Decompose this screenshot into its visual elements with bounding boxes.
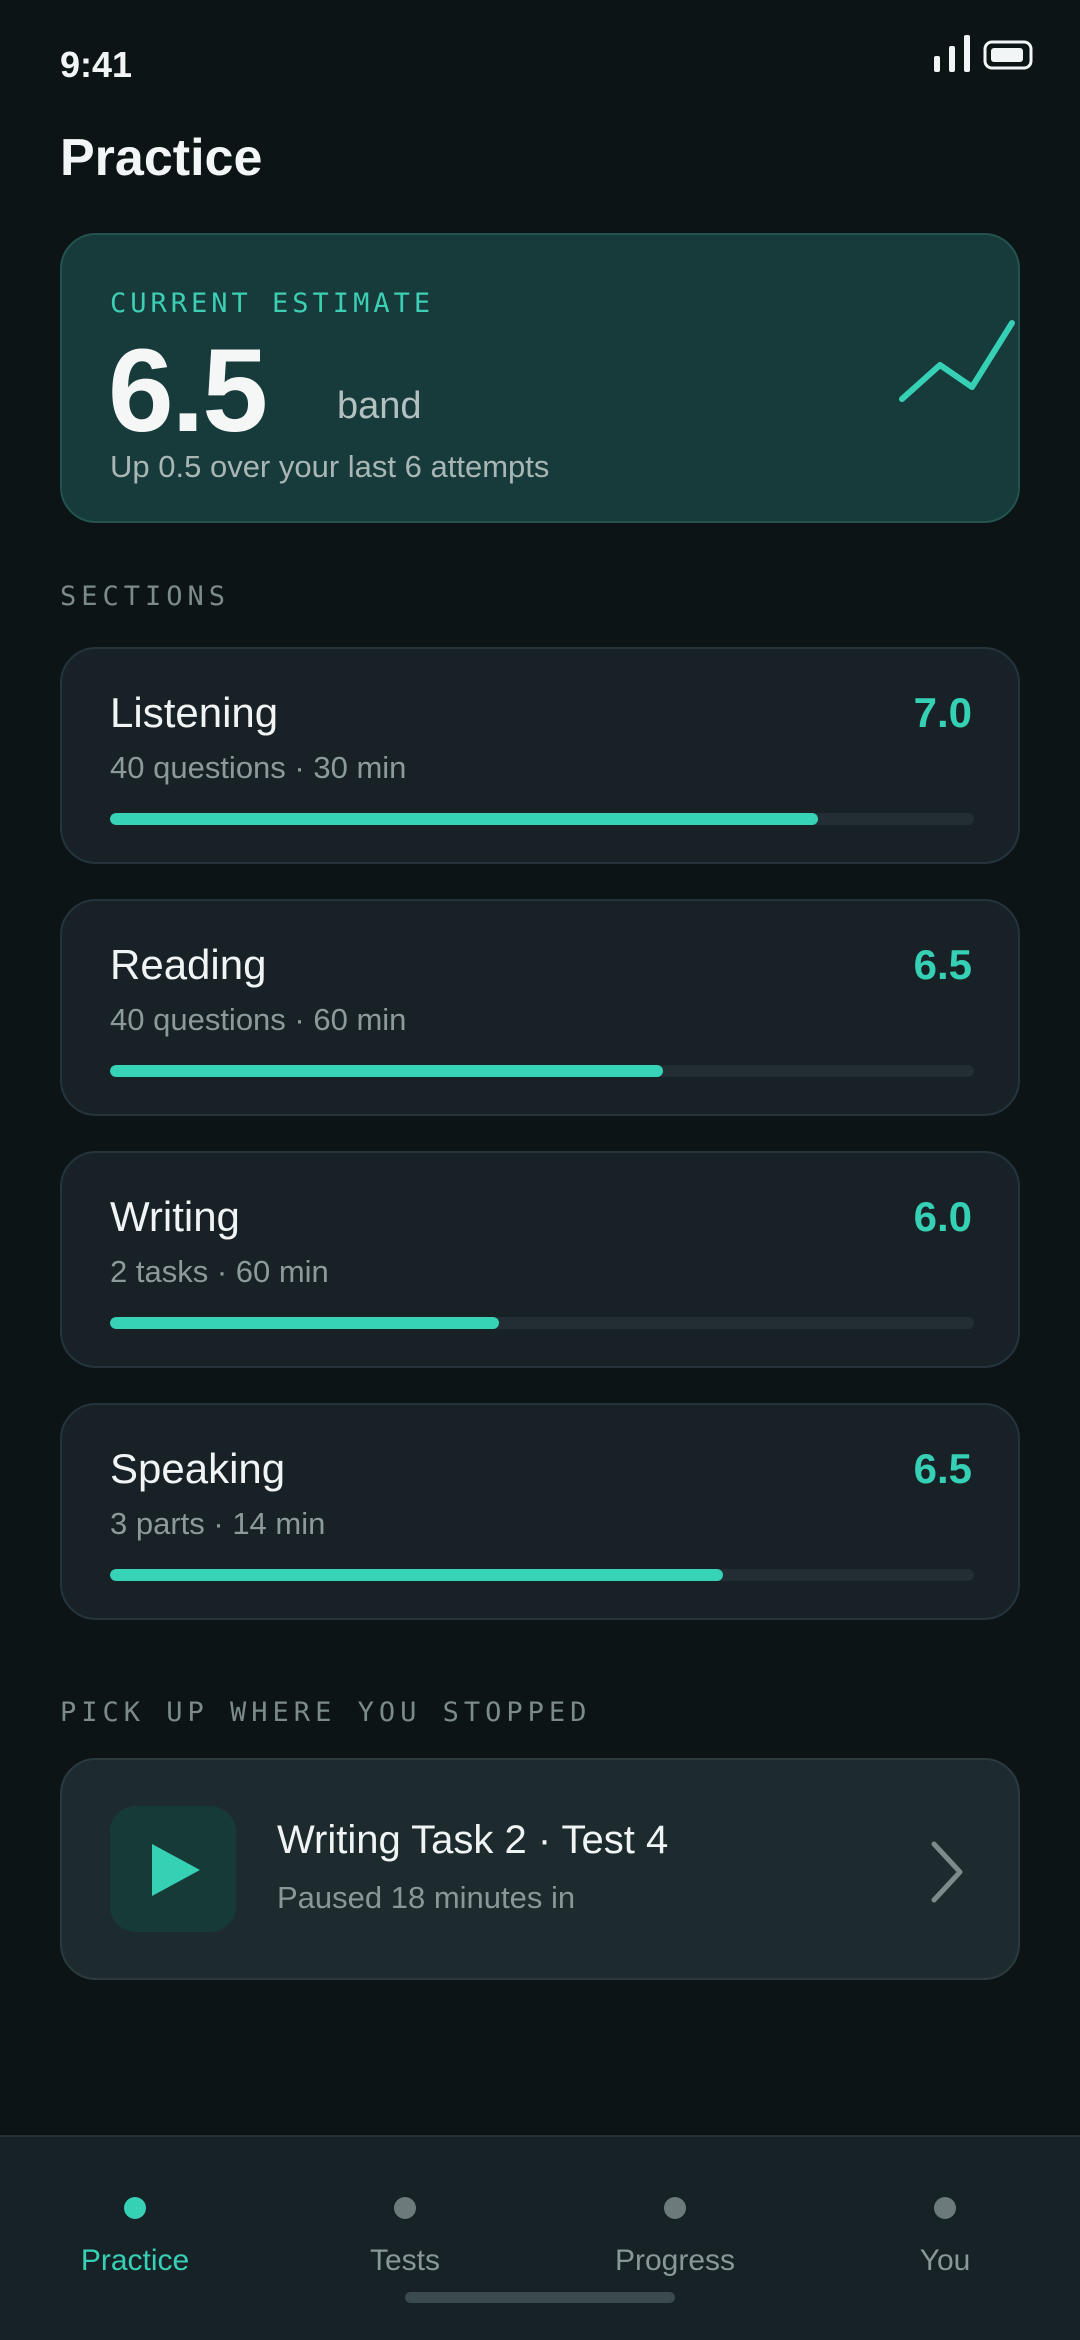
nav-label: Practice xyxy=(80,2244,190,2277)
resume-heading: PICK UP WHERE YOU STOPPED xyxy=(60,1697,592,1728)
section-progress-track xyxy=(110,1317,974,1329)
section-score: 6.0 xyxy=(913,1193,972,1240)
resume-subtitle: Paused 18 minutes in xyxy=(277,1880,576,1915)
battery-icon xyxy=(983,40,1033,70)
home-indicator[interactable] xyxy=(405,2292,675,2303)
section-meta: 3 parts · 14 min xyxy=(110,1506,326,1541)
section-card-listening[interactable]: Listening 40 questions · 30 min 7.0 xyxy=(60,647,1020,864)
section-name: Listening xyxy=(110,689,279,736)
nav-dot-icon xyxy=(394,2197,416,2219)
estimate-note: Up 0.5 over your last 6 attempts xyxy=(110,449,550,484)
nav-dot-icon xyxy=(664,2197,686,2219)
section-progress-track xyxy=(110,1065,974,1077)
nav-dot-icon xyxy=(934,2197,956,2219)
page-title: Practice xyxy=(60,129,263,187)
section-progress-fill xyxy=(110,1569,724,1581)
section-name: Speaking xyxy=(110,1445,286,1492)
resume-card[interactable]: Writing Task 2 · Test 4 Paused 18 minute… xyxy=(60,1758,1020,1980)
section-progress-track xyxy=(110,1569,974,1581)
play-button[interactable] xyxy=(110,1806,236,1932)
section-progress-fill xyxy=(110,813,819,825)
section-name: Reading xyxy=(110,941,267,988)
section-score: 6.5 xyxy=(913,1445,972,1492)
section-score: 6.5 xyxy=(913,941,972,988)
signal-icon xyxy=(934,35,970,72)
sections-heading: SECTIONS xyxy=(60,581,231,612)
section-name: Writing xyxy=(110,1193,240,1240)
play-icon xyxy=(152,1844,200,1896)
estimate-unit: band xyxy=(337,385,422,427)
section-progress-fill xyxy=(110,1065,663,1077)
chevron-right-icon xyxy=(931,1841,963,1903)
current-estimate-card[interactable]: CURRENT ESTIMATE 6.5 band Up 0.5 over yo… xyxy=(60,233,1020,523)
section-meta: 40 questions · 60 min xyxy=(110,1002,407,1037)
nav-dot-icon xyxy=(124,2197,146,2219)
practice-screen: 9:41 Practice CURRENT ESTIMATE 6.5 band … xyxy=(0,0,1080,2340)
section-card-reading[interactable]: Reading 40 questions · 60 min 6.5 xyxy=(60,899,1020,1116)
nav-item-you[interactable]: You xyxy=(810,2137,1080,2287)
estimate-label: CURRENT ESTIMATE xyxy=(110,288,435,319)
nav-item-progress[interactable]: Progress xyxy=(540,2137,810,2287)
resume-title: Writing Task 2 · Test 4 xyxy=(277,1818,669,1862)
nav-label: Tests xyxy=(369,2244,441,2277)
bottom-nav: Practice Tests Progress You xyxy=(0,2135,1080,2340)
nav-label: You xyxy=(919,2244,971,2277)
nav-item-practice[interactable]: Practice xyxy=(0,2137,270,2287)
status-time: 9:41 xyxy=(60,44,133,85)
section-score: 7.0 xyxy=(913,689,972,736)
section-progress-track xyxy=(110,813,974,825)
section-card-speaking[interactable]: Speaking 3 parts · 14 min 6.5 xyxy=(60,1403,1020,1620)
section-meta: 40 questions · 30 min xyxy=(110,750,407,785)
estimate-value: 6.5 xyxy=(108,325,268,457)
section-meta: 2 tasks · 60 min xyxy=(110,1254,329,1289)
section-card-writing[interactable]: Writing 2 tasks · 60 min 6.0 xyxy=(60,1151,1020,1368)
nav-item-tests[interactable]: Tests xyxy=(270,2137,540,2287)
section-progress-fill xyxy=(110,1317,499,1329)
nav-label: Progress xyxy=(614,2244,736,2277)
trend-up-icon xyxy=(899,320,1015,402)
